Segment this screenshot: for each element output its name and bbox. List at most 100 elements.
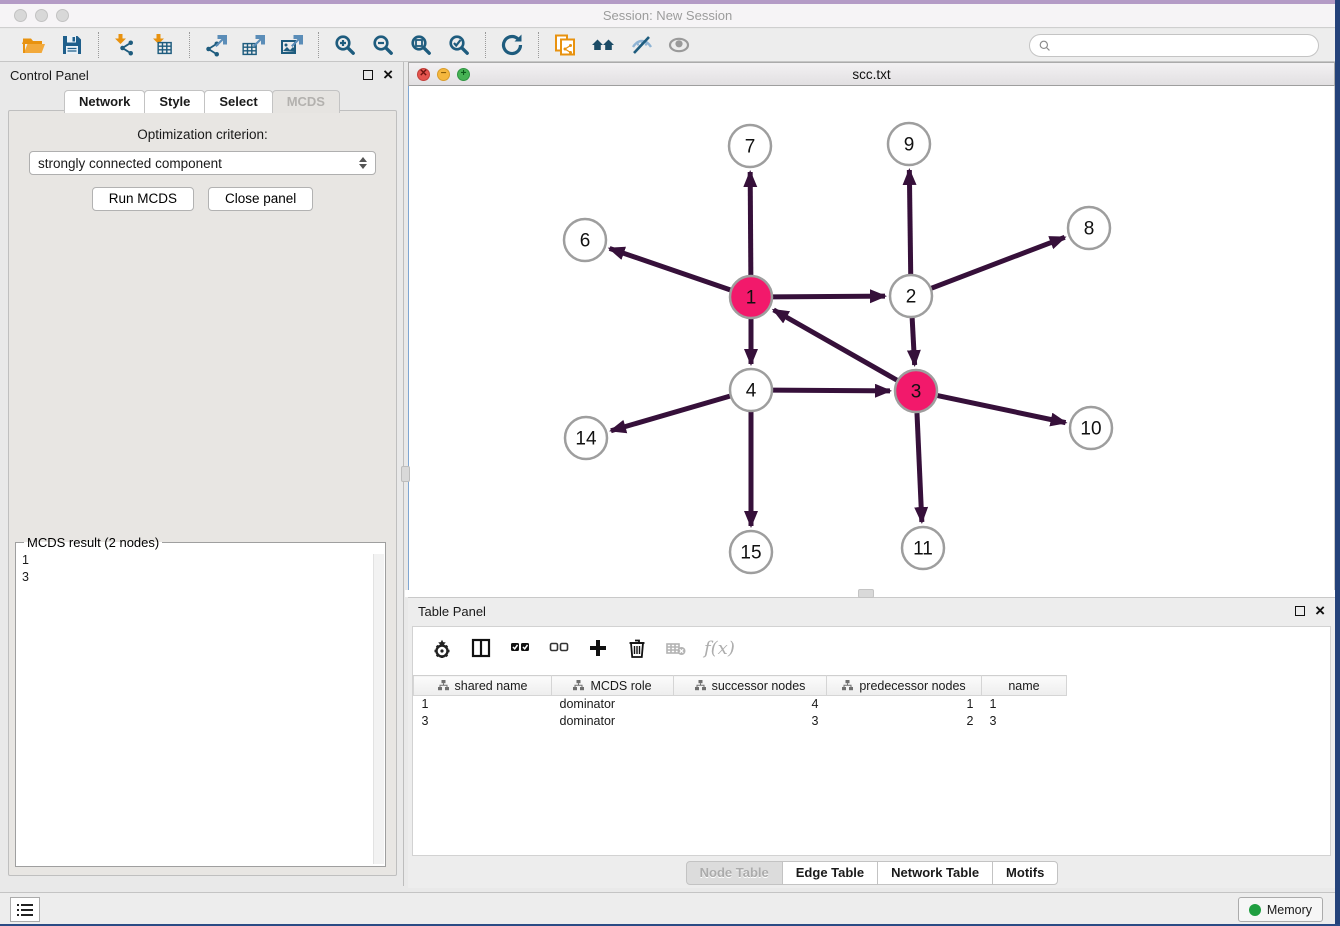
edge-1-6[interactable] [610,248,731,289]
tab-motifs[interactable]: Motifs [992,861,1058,885]
column-header-shared-name[interactable]: shared name [414,676,552,696]
float-panel-icon[interactable] [363,70,373,80]
mcds-result-item: 3 [22,569,385,586]
tab-style[interactable]: Style [144,90,205,113]
edge-3-10[interactable] [938,396,1066,423]
network-view-window: ✕ − + scc.txt 7968124314101511 [408,62,1335,590]
network-view-titlebar[interactable]: ✕ − + scc.txt [408,62,1335,86]
table-row[interactable]: 1dominator411 [414,696,1067,713]
table-cell[interactable]: 1 [982,696,1067,713]
open-session-icon[interactable] [20,32,48,58]
export-network-icon[interactable] [202,32,230,58]
mcds-result-title: MCDS result (2 nodes) [24,535,162,550]
clone-network-icon[interactable] [551,32,579,58]
memory-button[interactable]: Memory [1238,897,1323,922]
tab-node-table[interactable]: Node Table [686,861,783,885]
edge-3-11[interactable] [917,413,922,522]
close-table-panel-icon[interactable]: × [1315,606,1325,616]
close-panel-icon[interactable]: × [383,70,393,80]
vertical-splitter-handle[interactable] [401,466,410,482]
optimization-criterion-select[interactable]: strongly connected component [29,151,376,175]
deselect-all-icon[interactable] [548,637,570,659]
tab-select[interactable]: Select [204,90,272,113]
select-all-icon[interactable] [509,637,531,659]
edge-4-3[interactable] [773,390,890,391]
status-bar: Memory [0,892,1335,924]
node-label-4: 4 [746,381,757,402]
table-cell[interactable]: 4 [674,696,827,713]
export-table-icon[interactable] [240,32,268,58]
zoom-in-icon[interactable] [331,32,359,58]
table-cell[interactable]: 3 [982,713,1067,730]
table-cell[interactable]: dominator [552,713,674,730]
edge-4-14[interactable] [611,396,730,431]
import-network-icon[interactable] [111,32,139,58]
tab-mcds[interactable]: MCDS [272,90,340,113]
edge-2-3[interactable] [912,318,914,365]
apply-layout-icon[interactable] [498,32,526,58]
table-cell[interactable]: 3 [414,713,552,730]
node-label-14: 14 [575,429,597,450]
table-panel-body: f(x) shared nameMCDS rolesuccessor nodes… [412,626,1331,856]
main-toolbar [0,29,1335,62]
column-label: predecessor nodes [859,679,965,693]
zoom-out-icon[interactable] [369,32,397,58]
mcds-result-box: MCDS result (2 nodes) 13 [15,535,386,867]
save-session-icon[interactable] [58,32,86,58]
delete-columns-icon[interactable] [626,637,648,659]
column-header-successor-nodes[interactable]: successor nodes [674,676,827,696]
table-cell[interactable]: dominator [552,696,674,713]
float-table-panel-icon[interactable] [1295,606,1305,616]
app-title: Session: New Session [0,8,1335,23]
network-canvas[interactable]: 7968124314101511 [408,86,1335,590]
column-header-predecessor-nodes[interactable]: predecessor nodes [827,676,982,696]
table-row[interactable]: 3dominator323 [414,713,1067,730]
select-stepper-icon [359,157,367,169]
table-cell[interactable]: 3 [674,713,827,730]
toolbar-group [485,32,538,58]
node-table[interactable]: shared nameMCDS rolesuccessor nodes prede… [413,675,1067,730]
edge-2-8[interactable] [932,237,1065,288]
node-label-8: 8 [1084,219,1095,240]
memory-label: Memory [1267,903,1312,917]
tab-network-table[interactable]: Network Table [877,861,993,885]
search-input[interactable] [1029,34,1319,57]
tab-edge-table[interactable]: Edge Table [782,861,878,885]
column-header-name[interactable]: name [982,676,1067,696]
app-titlebar: Session: New Session [0,4,1335,28]
edge-1-2[interactable] [773,296,885,297]
run-mcds-button[interactable]: Run MCDS [92,187,194,211]
column-header-MCDS-role[interactable]: MCDS role [552,676,674,696]
optimization-criterion-label: Optimization criterion: [9,127,396,142]
table-mode-icon[interactable] [431,637,453,659]
zoom-selected-icon[interactable] [445,32,473,58]
export-image-icon[interactable] [278,32,306,58]
hide-selected-icon[interactable] [627,32,655,58]
table-cell[interactable]: 1 [414,696,552,713]
tab-network[interactable]: Network [64,90,145,113]
task-history-button[interactable] [10,897,40,922]
zoom-fit-icon[interactable] [407,32,435,58]
import-table-icon[interactable] [149,32,177,58]
table-cell[interactable]: 2 [827,713,982,730]
column-type-icon [438,680,449,691]
edge-1-7[interactable] [750,172,751,275]
add-column-icon[interactable] [587,637,609,659]
table-cell[interactable]: 1 [827,696,982,713]
edge-2-9[interactable] [909,170,910,274]
network-graph: 7968124314101511 [409,86,1334,590]
table-toolbar: f(x) [413,627,1330,669]
node-label-2: 2 [906,287,917,308]
mcds-result-item: 1 [22,552,385,569]
close-panel-button[interactable]: Close panel [208,187,313,211]
column-panel-icon[interactable] [470,637,492,659]
edge-3-1[interactable] [774,310,897,380]
memory-status-icon [1249,904,1261,916]
show-all-icon[interactable] [665,32,693,58]
criterion-value: strongly connected component [38,156,222,171]
horizontal-splitter-handle[interactable] [858,589,874,598]
result-scrollbar[interactable] [373,554,384,864]
network-view-title: scc.txt [409,67,1334,82]
first-neighbors-icon[interactable] [589,32,617,58]
delete-table-icon [665,637,687,659]
